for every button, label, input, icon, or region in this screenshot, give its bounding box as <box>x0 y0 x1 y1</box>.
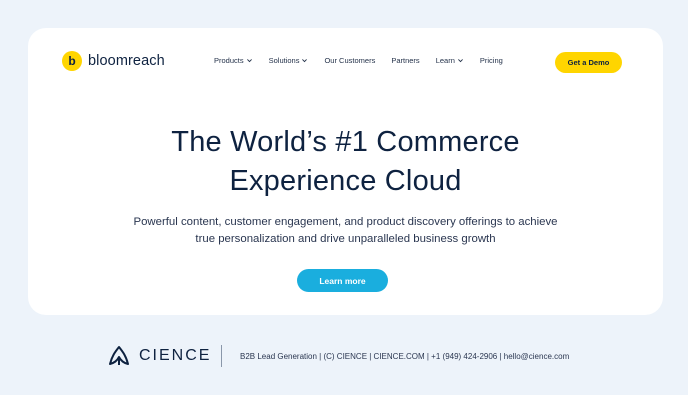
nav-label: Solutions <box>268 56 300 65</box>
chevron-down-icon <box>457 57 464 64</box>
cience-logo[interactable]: CIENCE <box>106 344 211 368</box>
logo-text: bloomreach <box>88 53 165 69</box>
nav-label: Pricing <box>479 56 503 65</box>
nav-item-solutions[interactable]: Solutions <box>269 56 309 65</box>
nav-label: Learn <box>435 56 455 65</box>
nav-item-learn[interactable]: Learn <box>436 56 464 65</box>
main-nav: Products Solutions Our Customers Partner… <box>214 56 503 65</box>
hero-subtitle: Powerful content, customer engagement, a… <box>28 214 663 248</box>
footer-info: B2B Lead Generation | (C) CIENCE | CIENC… <box>240 352 570 361</box>
nav-item-partners[interactable]: Partners <box>391 56 419 65</box>
nav-label: Partners <box>391 56 420 65</box>
nav-item-products[interactable]: Products <box>214 56 253 65</box>
learn-more-button[interactable]: Learn more <box>297 269 388 292</box>
chevron-down-icon <box>246 57 253 64</box>
hero-title: The World’s #1 Commerce Experience Cloud <box>28 123 663 201</box>
hero-title-line: The World’s #1 Commerce <box>171 126 520 158</box>
nav-label: Our Customers <box>324 56 376 65</box>
nav-item-pricing[interactable]: Pricing <box>480 56 503 65</box>
footer-divider <box>221 345 222 367</box>
nav-label: Products <box>214 56 244 65</box>
nav-item-our-customers[interactable]: Our Customers <box>324 56 375 65</box>
footer: CIENCE B2B Lead Generation | (C) CIENCE … <box>0 340 688 374</box>
hero-card: b bloomreach Products Solutions Our Cust… <box>28 28 663 315</box>
hero-subtitle-line: true personalization and drive unparalle… <box>195 233 496 245</box>
get-a-demo-button[interactable]: Get a Demo <box>555 52 622 73</box>
hero-subtitle-line: Powerful content, customer engagement, a… <box>133 216 558 228</box>
hero-title-line: Experience Cloud <box>229 165 462 197</box>
logo-badge-icon: b <box>62 51 82 71</box>
cience-logo-icon <box>106 344 132 368</box>
chevron-down-icon <box>301 57 308 64</box>
bloomreach-logo[interactable]: b bloomreach <box>62 51 165 71</box>
cience-wordmark: CIENCE <box>139 347 212 364</box>
